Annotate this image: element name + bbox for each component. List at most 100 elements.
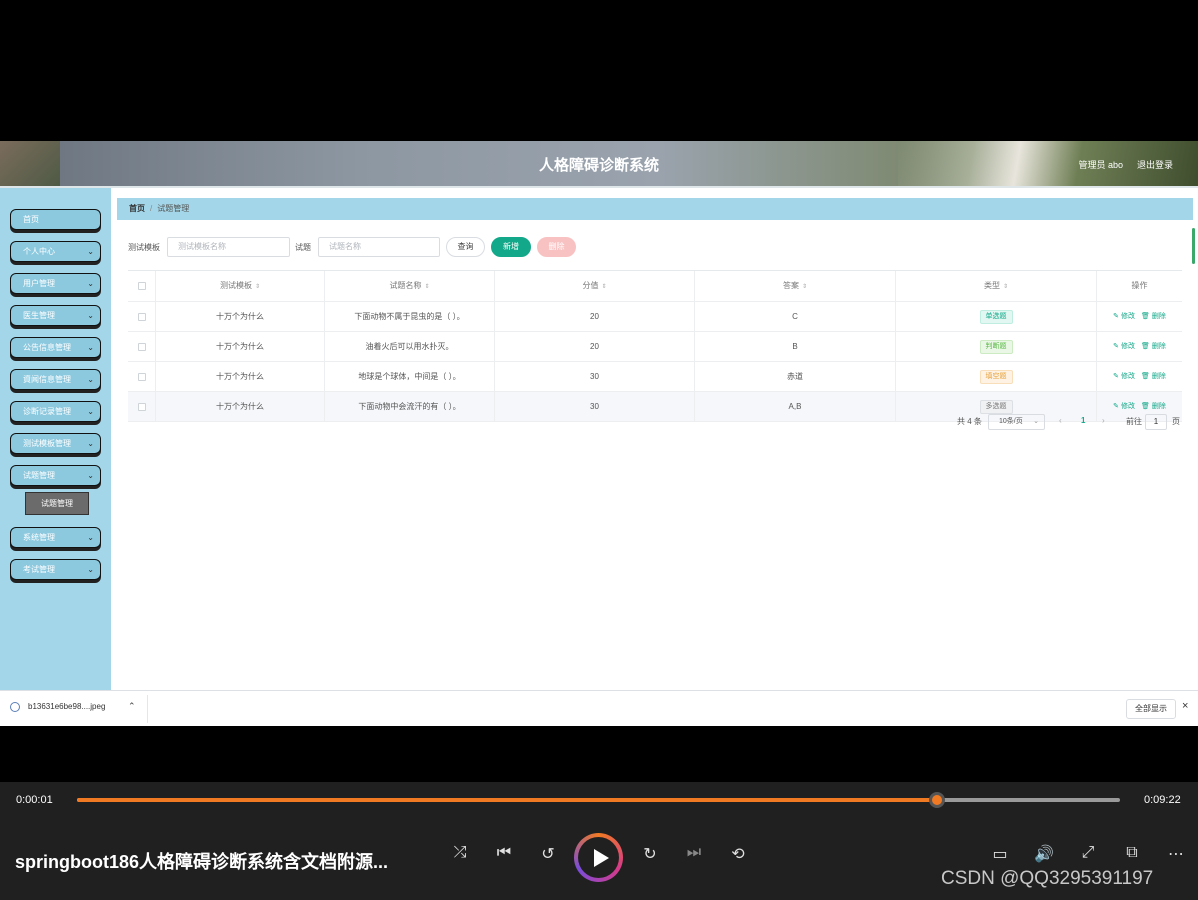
show-all-button[interactable]: 全部显示 (1126, 699, 1176, 719)
volume-icon[interactable]: 🔊 (1031, 844, 1057, 864)
sidebar-item-label: 系统管理 (23, 533, 55, 542)
seek-handle[interactable] (929, 792, 946, 808)
download-item[interactable]: b13631e6be98....jpeg (10, 702, 105, 712)
sidebar-item-system-management[interactable]: 系统管理 ⌄ (10, 527, 101, 548)
column-header-label: 答案 (782, 281, 799, 290)
delete-link[interactable]: 🗑 删除 (1141, 313, 1166, 320)
rewind-10-icon[interactable]: ↺ (535, 844, 561, 864)
sidebar-item-question-management[interactable]: 试题管理 ⌄ (10, 465, 101, 486)
row-select-cell (128, 392, 156, 421)
repeat-icon[interactable]: ⟲ (725, 844, 751, 864)
row-select-cell (128, 362, 156, 391)
edit-link[interactable]: ✎ 修改 (1113, 373, 1135, 380)
row-select-cell (128, 302, 156, 331)
close-icon[interactable]: × (1182, 700, 1188, 712)
image-file-icon (10, 702, 20, 712)
mini-player-icon[interactable]: ⧉ (1119, 844, 1145, 862)
seek-bar-progress (77, 798, 938, 802)
question-search-input[interactable]: 试题名称 (318, 237, 440, 257)
page-scrollbar[interactable] (1192, 228, 1195, 264)
elapsed-time: 0:00:01 (16, 794, 53, 806)
edit-link[interactable]: ✎ 修改 (1113, 343, 1135, 350)
delete-button[interactable]: 删除 (537, 237, 576, 257)
column-header-label: 分值 (582, 281, 599, 290)
cell-template: 十万个为什么 (156, 332, 325, 361)
seek-bar[interactable] (77, 792, 1120, 808)
sidebar-item-user-management[interactable]: 用户管理 ⌄ (10, 273, 101, 294)
sidebar-item-label: 考试管理 (23, 565, 55, 574)
row-checkbox[interactable] (137, 372, 146, 381)
cell-score: 20 (495, 332, 695, 361)
breadcrumb-current: 试题管理 (157, 204, 190, 213)
sidebar-item-exam-management[interactable]: 考试管理 ⌄ (10, 559, 101, 580)
chevron-down-icon: ⌄ (87, 247, 94, 256)
chevron-down-icon: ⌄ (87, 311, 94, 320)
sidebar-item-diagnosis-records[interactable]: 诊断记录管理 ⌄ (10, 401, 101, 422)
row-checkbox[interactable] (137, 402, 146, 411)
play-button-inner (578, 837, 619, 878)
more-options-icon[interactable]: ⋯ (1163, 844, 1189, 864)
template-search-input[interactable]: 测试模板名称 (167, 237, 290, 257)
query-button[interactable]: 查询 (446, 237, 485, 257)
next-track-icon[interactable]: ⏭ (681, 844, 707, 862)
previous-track-icon[interactable]: ⏮ (491, 844, 517, 862)
column-header-score[interactable]: 分值 ⇕ (495, 271, 695, 301)
sidebar-item-doctor-management[interactable]: 医生管理 ⌄ (10, 305, 101, 326)
edit-link[interactable]: ✎ 修改 (1113, 313, 1135, 320)
sidebar-item-label: 试题管理 (23, 471, 55, 480)
type-badge: 判断题 (979, 339, 1013, 354)
sidebar: 首页 个人中心 ⌄ 用户管理 ⌄ 医生管理 ⌄ 公告信息管理 ⌄ 資闻信息管理 ⌄ 诊断记… (0, 188, 111, 690)
column-header-answer[interactable]: 答案 ⇕ (695, 271, 896, 301)
delete-link[interactable]: 🗑 删除 (1141, 343, 1166, 350)
shuffle-icon[interactable]: ⤮ (447, 844, 473, 862)
play-button[interactable] (574, 833, 623, 882)
logout-link[interactable]: 退出登录 (1137, 158, 1173, 171)
sort-icon: ⇕ (254, 284, 261, 290)
sidebar-item-label: 資闻信息管理 (23, 375, 71, 384)
cell-score: 20 (495, 302, 695, 331)
select-all-checkbox[interactable] (137, 281, 146, 290)
sidebar-item-home[interactable]: 首页 (10, 209, 101, 230)
page-size-select[interactable]: 10条/页 ⌄ (988, 414, 1045, 430)
chevron-up-icon[interactable]: ⌃ (128, 701, 136, 712)
chevron-down-icon: ⌄ (87, 533, 94, 542)
cell-score: 30 (495, 362, 695, 391)
play-icon (594, 849, 609, 867)
column-header-template[interactable]: 测试模板 ⇕ (156, 271, 325, 301)
delete-link[interactable]: 🗑 删除 (1141, 403, 1166, 410)
cell-type: 判断题 (896, 332, 1097, 361)
type-badge: 单选题 (979, 309, 1013, 324)
sidebar-item-test-template[interactable]: 测试模板管理 ⌄ (10, 433, 101, 454)
breadcrumb-home[interactable]: 首页 (129, 204, 145, 213)
sidebar-item-notice-management[interactable]: 公告信息管理 ⌄ (10, 337, 101, 358)
table-row: 十万个为什么 油着火后可以用水扑灭。 20 B 判断题 ✎ 修改 🗑 删除 (128, 332, 1182, 362)
sidebar-item-label: 测试模板管理 (23, 439, 71, 448)
subtitles-icon[interactable]: ▭ (987, 844, 1013, 864)
main-content: 首页 / 试题管理 测试模板 测试模板名称 试题 试题名称 查询 新增 删除 测试模… (111, 188, 1198, 690)
column-header-type[interactable]: 类型 ⇕ (896, 271, 1097, 301)
sort-icon: ⇕ (424, 284, 430, 290)
delete-link[interactable]: 🗑 删除 (1141, 373, 1166, 380)
row-checkbox[interactable] (137, 342, 146, 351)
submenu-question-management[interactable]: 试题管理 (25, 492, 89, 515)
download-bar: b13631e6be98....jpeg ⌃ 全部显示 × (0, 690, 1198, 726)
prev-page-button[interactable]: ‹ (1059, 416, 1062, 425)
cell-answer: B (695, 332, 896, 361)
cell-answer: A,B (695, 392, 896, 421)
row-checkbox[interactable] (137, 312, 146, 321)
video-player: 0:00:01 0:09:22 springboot186人格障碍诊断系统含文档… (0, 782, 1198, 900)
app-header: 人格障碍诊断系统 管理员 abo 退出登录 (0, 141, 1198, 186)
column-header-name[interactable]: 试题名称 ⇕ (325, 271, 495, 301)
sidebar-item-personal-center[interactable]: 个人中心 ⌄ (10, 241, 101, 262)
sidebar-item-news-management[interactable]: 資闻信息管理 ⌄ (10, 369, 101, 390)
template-filter-label: 测试模板 (128, 243, 160, 252)
next-page-button[interactable]: › (1102, 416, 1105, 425)
edit-link[interactable]: ✎ 修改 (1113, 403, 1135, 410)
chevron-down-icon: ⌄ (87, 565, 94, 574)
page-number-current[interactable]: 1 (1081, 416, 1085, 425)
goto-page-input[interactable]: 1 (1145, 414, 1167, 430)
add-button[interactable]: 新增 (491, 237, 531, 257)
chevron-down-icon: ⌄ (87, 471, 94, 480)
forward-30-icon[interactable]: ↻ (637, 844, 663, 864)
fullscreen-icon[interactable]: ⤢ (1075, 844, 1101, 862)
